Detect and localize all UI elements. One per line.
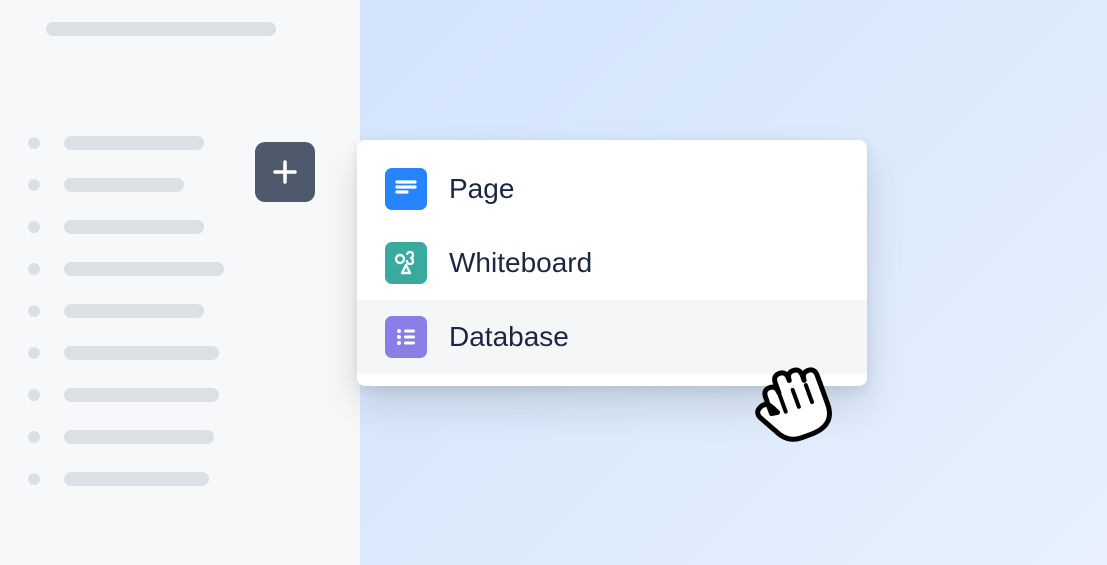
list-item-skeleton — [64, 430, 214, 444]
bullet-icon — [28, 473, 40, 485]
list-item — [28, 220, 332, 234]
bullet-icon — [28, 389, 40, 401]
sidebar — [0, 0, 360, 565]
bullet-icon — [28, 263, 40, 275]
menu-item-database[interactable]: Database — [357, 300, 867, 374]
list-item-skeleton — [64, 304, 204, 318]
plus-icon — [271, 158, 299, 186]
bullet-icon — [28, 221, 40, 233]
whiteboard-icon — [385, 242, 427, 284]
list-item-skeleton — [64, 472, 209, 486]
list-item — [28, 388, 332, 402]
list-item-skeleton — [64, 346, 219, 360]
database-icon — [385, 316, 427, 358]
menu-item-page[interactable]: Page — [357, 152, 867, 226]
menu-item-whiteboard[interactable]: Whiteboard — [357, 226, 867, 300]
list-item — [28, 430, 332, 444]
list-item-skeleton — [64, 220, 204, 234]
menu-item-label: Database — [449, 321, 569, 353]
create-menu: Page Whiteboard Database — [357, 140, 867, 386]
bullet-icon — [28, 179, 40, 191]
list-item-skeleton — [64, 262, 224, 276]
menu-item-label: Page — [449, 173, 514, 205]
menu-item-label: Whiteboard — [449, 247, 592, 279]
list-item-skeleton — [64, 136, 204, 150]
canvas-background: Page Whiteboard Database — [0, 0, 1107, 565]
add-button[interactable] — [255, 142, 315, 202]
list-item-skeleton — [64, 388, 219, 402]
bullet-icon — [28, 137, 40, 149]
list-item-skeleton — [64, 178, 184, 192]
page-icon — [385, 168, 427, 210]
list-item — [28, 346, 332, 360]
list-item — [28, 304, 332, 318]
list-item — [28, 472, 332, 486]
bullet-icon — [28, 305, 40, 317]
list-item — [28, 262, 332, 276]
bullet-icon — [28, 431, 40, 443]
bullet-icon — [28, 347, 40, 359]
sidebar-title-skeleton — [46, 22, 276, 36]
